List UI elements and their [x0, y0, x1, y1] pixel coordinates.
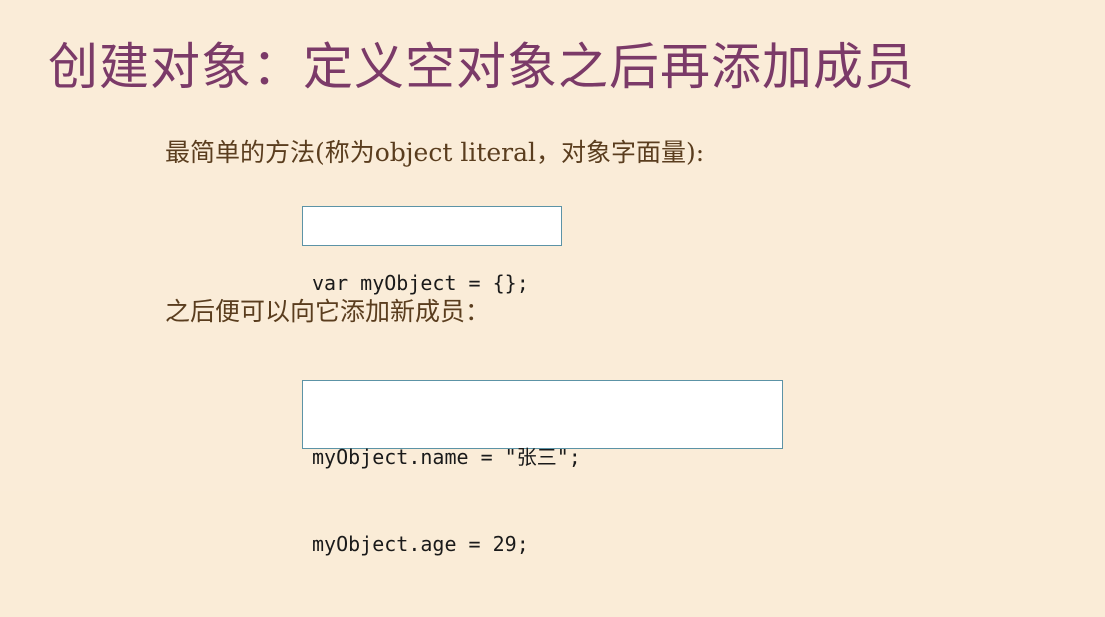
add-members-paragraph: 之后便可以向它添加新成员： [165, 297, 491, 326]
slide: 创建对象：定义空对象之后再添加成员 最简单的方法(称为object litera… [0, 0, 1105, 556]
code-line: myObject.age = 29; [312, 532, 529, 556]
slide-title: 创建对象：定义空对象之后再添加成员 [48, 38, 915, 96]
code-block-empty-object: var myObject = {}; [302, 206, 562, 295]
code-block-add-members: myObject.name = "张三"; myObject.age = 29; [302, 380, 783, 556]
code-line: myObject.name = "张三"; [312, 445, 581, 469]
intro-paragraph: 最简单的方法(称为object literal，对象字面量): [165, 138, 705, 167]
code-line: var myObject = {}; [312, 271, 529, 295]
